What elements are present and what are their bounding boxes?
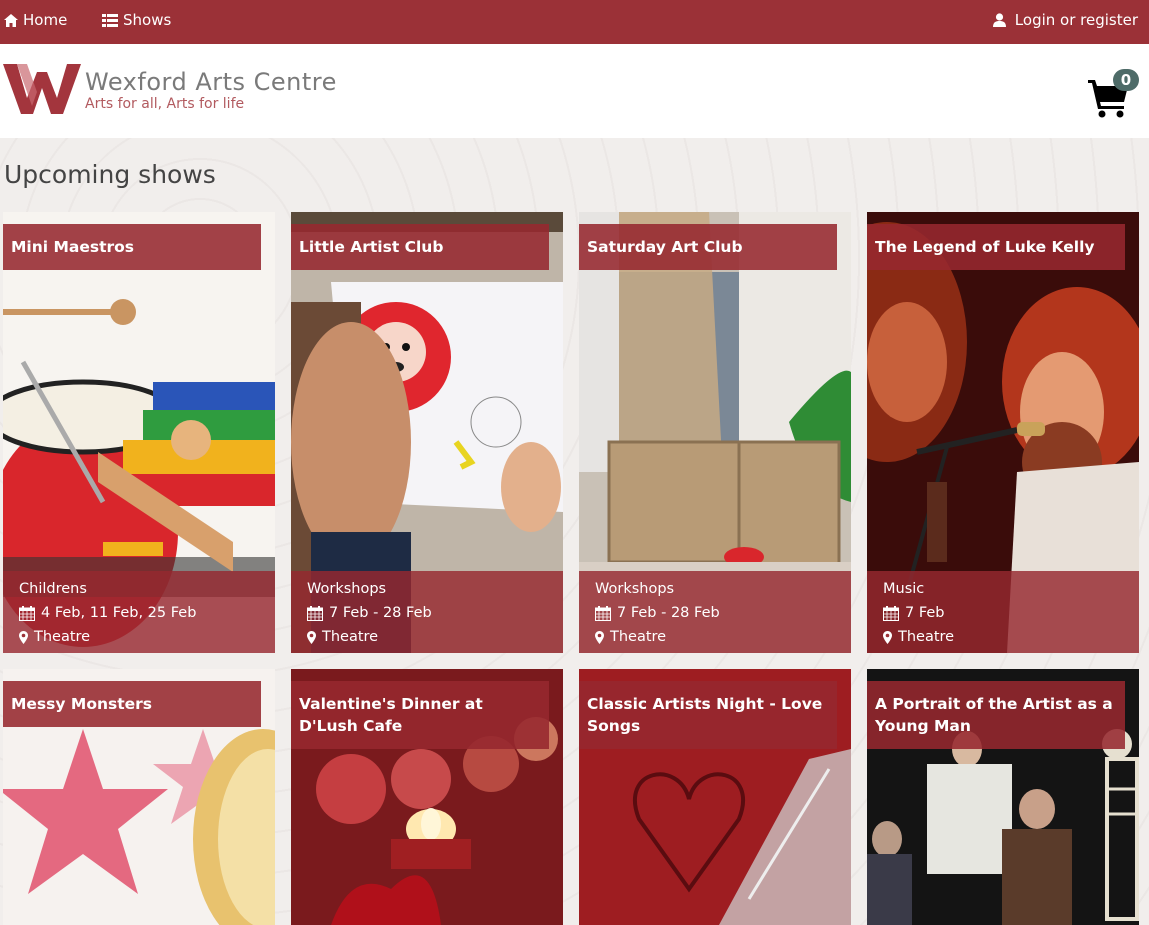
show-venue-label: Theatre	[898, 629, 955, 645]
show-venue-label: Theatre	[322, 629, 379, 645]
nav-home-label: Home	[23, 11, 68, 29]
nav-home-link[interactable]: Home	[4, 11, 67, 29]
show-title: Messy Monsters	[3, 681, 261, 727]
show-category: Workshops	[595, 577, 835, 601]
show-category-label: Music	[883, 581, 925, 597]
show-card[interactable]: Valentine's Dinner at D'Lush Cafe	[291, 669, 563, 925]
show-card[interactable]: Mini Maestros Childrens 4 Feb, 11 Feb, 2…	[3, 212, 275, 653]
list-icon	[102, 13, 118, 27]
show-card[interactable]: Classic Artists Night - Love Songs	[579, 669, 851, 925]
show-category-label: Workshops	[595, 581, 675, 597]
show-title: Little Artist Club	[291, 224, 549, 270]
show-category-label: Childrens	[19, 581, 87, 597]
show-title: The Legend of Luke Kelly	[867, 224, 1125, 270]
calendar-icon	[883, 605, 899, 621]
show-title: Saturday Art Club	[579, 224, 837, 270]
show-venue: Theatre	[307, 625, 547, 649]
show-dates-label: 7 Feb	[905, 605, 945, 621]
show-category: Music	[883, 577, 1123, 601]
show-card[interactable]: A Portrait of the Artist as a Young Man	[867, 669, 1139, 925]
cart-button[interactable]: 0	[1088, 68, 1139, 118]
site-logo[interactable]: Wexford Arts Centre Arts for all, Arts f…	[3, 64, 337, 114]
show-category: Workshops	[307, 577, 547, 601]
user-icon	[992, 13, 1006, 27]
show-category: Childrens	[19, 577, 259, 601]
show-card[interactable]: Saturday Art Club Workshops 7 Feb - 28 F…	[579, 212, 851, 653]
show-venue: Theatre	[19, 625, 259, 649]
map-marker-icon	[307, 630, 316, 644]
logo-w-mark	[3, 64, 81, 114]
show-info: Childrens 4 Feb, 11 Feb, 25 Feb Theatre	[3, 571, 275, 653]
calendar-icon	[307, 605, 323, 621]
map-marker-icon	[19, 630, 28, 644]
show-info: Workshops 7 Feb - 28 Feb Theatre	[291, 571, 563, 653]
show-dates-label: 4 Feb, 11 Feb, 25 Feb	[41, 605, 197, 621]
show-venue-label: Theatre	[610, 629, 667, 645]
show-card[interactable]: The Legend of Luke Kelly Music 7 Feb The…	[867, 212, 1139, 653]
page-title: Upcoming shows	[4, 160, 216, 189]
show-title: Classic Artists Night - Love Songs	[579, 681, 837, 749]
map-marker-icon	[883, 630, 892, 644]
map-marker-icon	[595, 630, 604, 644]
show-title: Mini Maestros	[3, 224, 261, 270]
calendar-icon	[19, 605, 35, 621]
show-card[interactable]: Messy Monsters	[3, 669, 275, 925]
show-venue-label: Theatre	[34, 629, 91, 645]
logo-tagline: Arts for all, Arts for life	[85, 96, 245, 112]
show-card[interactable]: Little Artist Club Workshops 7 Feb - 28 …	[291, 212, 563, 653]
show-dates-label: 7 Feb - 28 Feb	[617, 605, 720, 621]
show-title: Valentine's Dinner at D'Lush Cafe	[291, 681, 549, 749]
show-title: A Portrait of the Artist as a Young Man	[867, 681, 1125, 749]
nav-login-label: Login or register	[1014, 11, 1138, 29]
show-dates: 7 Feb - 28 Feb	[595, 601, 835, 625]
nav-shows-link[interactable]: Shows	[102, 11, 171, 29]
logo-title: Wexford Arts Centre	[85, 68, 337, 96]
home-icon	[4, 13, 18, 27]
show-venue: Theatre	[883, 625, 1123, 649]
show-dates: 4 Feb, 11 Feb, 25 Feb	[19, 601, 259, 625]
nav-shows-label: Shows	[123, 11, 172, 29]
nav-login-link[interactable]: Login or register	[992, 11, 1138, 29]
show-dates: 7 Feb - 28 Feb	[307, 601, 547, 625]
show-category-label: Workshops	[307, 581, 387, 597]
top-navbar: Home Shows Login or register	[0, 0, 1149, 44]
cart-count-badge: 0	[1113, 69, 1139, 91]
show-venue: Theatre	[595, 625, 835, 649]
show-dates-label: 7 Feb - 28 Feb	[329, 605, 432, 621]
show-info: Music 7 Feb Theatre	[867, 571, 1139, 653]
show-info: Workshops 7 Feb - 28 Feb Theatre	[579, 571, 851, 653]
show-dates: 7 Feb	[883, 601, 1123, 625]
calendar-icon	[595, 605, 611, 621]
site-header: Wexford Arts Centre Arts for all, Arts f…	[0, 44, 1149, 138]
